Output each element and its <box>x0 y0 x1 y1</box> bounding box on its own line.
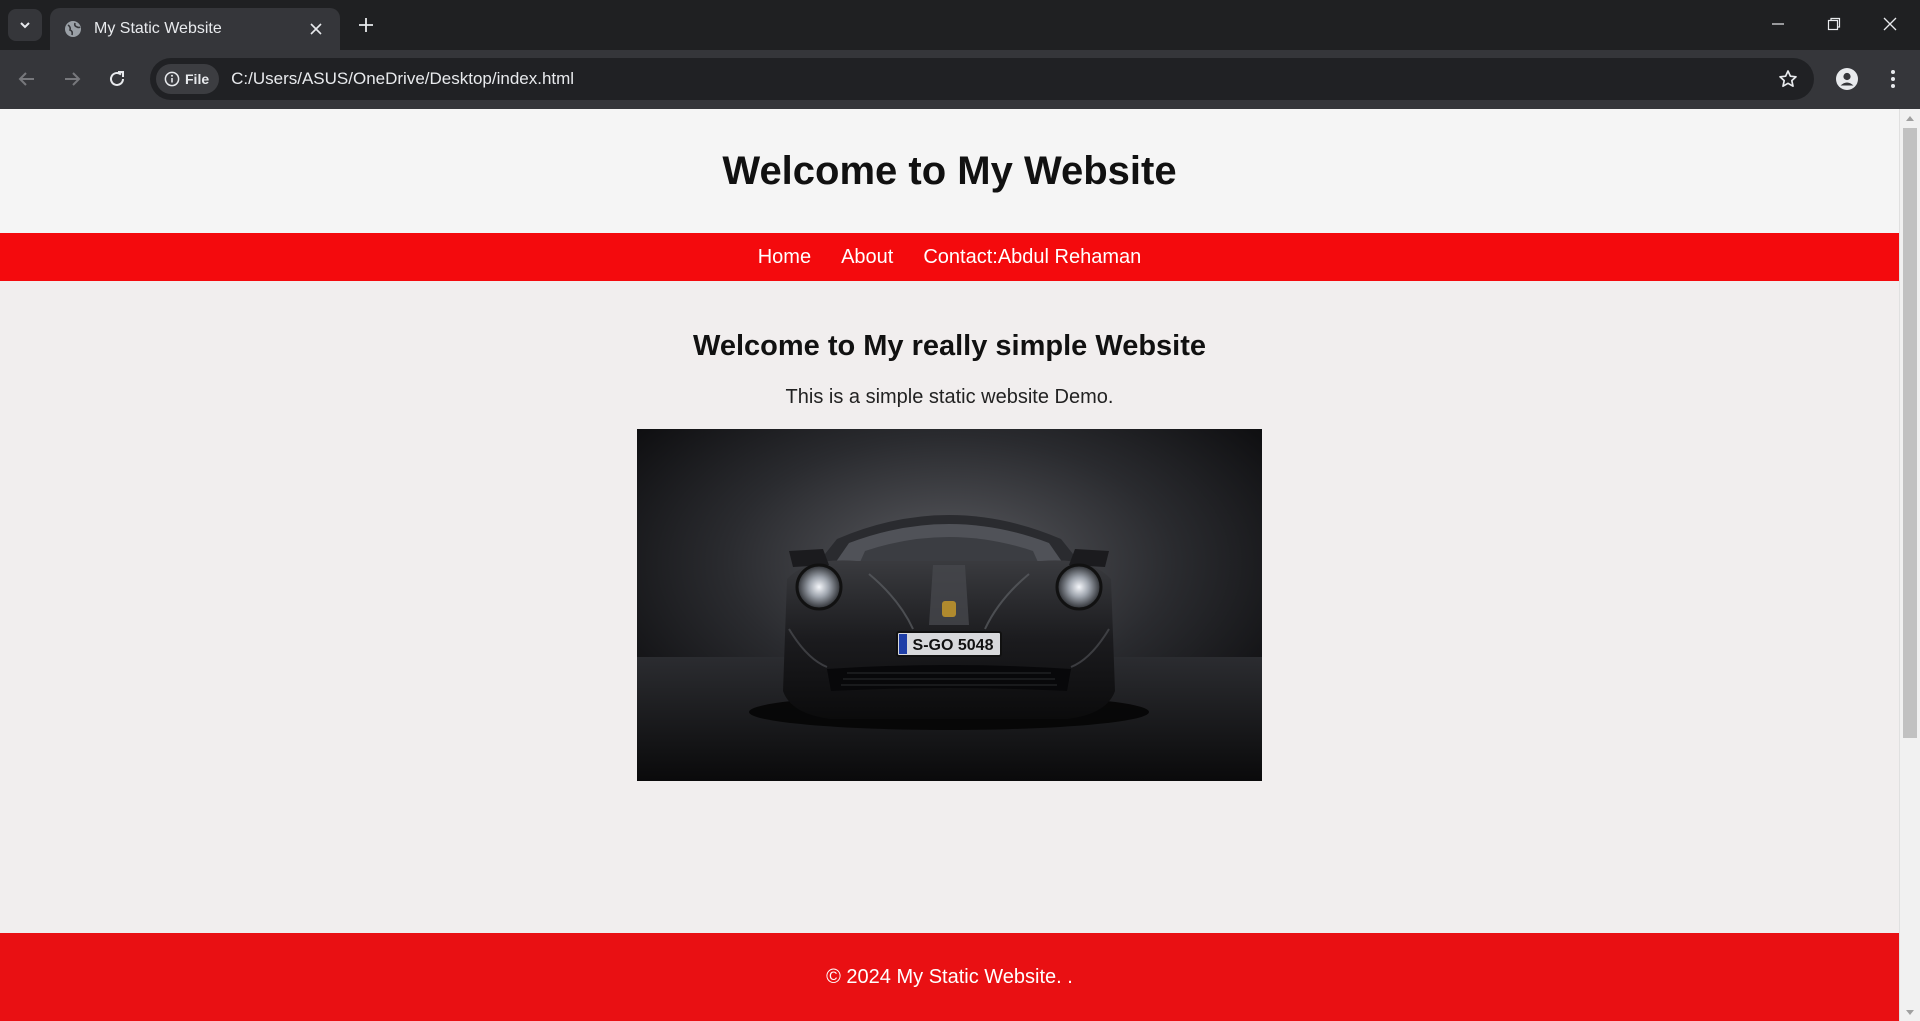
main-content: Welcome to My really simple Website This… <box>0 329 1899 781</box>
arrow-right-icon <box>65 72 81 86</box>
main-heading: Welcome to My really simple Website <box>692 330 1207 362</box>
tab-close-button[interactable] <box>306 19 326 39</box>
address-bar[interactable]: File C:/Users/ASUS/OneDrive/Desktop/inde… <box>150 58 1814 100</box>
web-page: Welcome to My Website Home About Contact… <box>0 109 1899 1021</box>
more-vert-icon <box>1891 70 1895 88</box>
tab-title: My Static Website <box>94 20 222 37</box>
profile-icon <box>1836 68 1858 90</box>
nav-link-contact[interactable]: Contact:Abdul Rehaman <box>923 246 1141 269</box>
scheme-label: File <box>185 71 210 87</box>
scroll-up-button[interactable] <box>1900 109 1920 126</box>
nav-link-home[interactable]: Home <box>758 246 811 269</box>
page-viewport: Welcome to My Website Home About Contact… <box>0 109 1920 1021</box>
footer-text: © 2024 My Static Website. . <box>826 965 1073 988</box>
url-text[interactable]: C:/Users/ASUS/OneDrive/Desktop/index.htm… <box>231 69 1768 89</box>
globe-icon <box>65 21 81 37</box>
car-image: S-GO 5048 <box>637 429 1262 781</box>
site-header: Welcome to My Website <box>0 109 1899 233</box>
browser-tab-active[interactable]: My Static Website <box>50 8 340 50</box>
nav-link-about[interactable]: About <box>841 246 893 269</box>
restore-button[interactable] <box>1806 0 1862 48</box>
browser-toolbar: File C:/Users/ASUS/OneDrive/Desktop/inde… <box>0 50 1920 109</box>
site-nav: Home About Contact:Abdul Rehaman <box>0 233 1899 281</box>
chevron-down-icon <box>20 22 30 29</box>
site-title: Welcome to My Website <box>722 148 1177 193</box>
profile-button[interactable] <box>1830 62 1864 96</box>
info-icon <box>164 71 180 87</box>
vertical-scrollbar[interactable] <box>1899 109 1920 1021</box>
menu-button[interactable] <box>1876 62 1910 96</box>
reload-button[interactable] <box>100 62 134 96</box>
minimize-button[interactable] <box>1750 0 1806 48</box>
main-paragraph: This is a simple static website Demo. <box>785 386 1114 408</box>
tab-search-button[interactable] <box>8 9 42 41</box>
site-info-chip[interactable]: File <box>156 64 220 94</box>
close-window-button[interactable] <box>1862 0 1918 48</box>
bookmark-button[interactable] <box>1768 59 1808 99</box>
browser-tabstrip: My Static Website <box>0 0 1920 50</box>
caret-up-icon <box>1906 115 1914 121</box>
site-footer: © 2024 My Static Website. . <box>0 933 1899 1021</box>
scrollbar-thumb[interactable] <box>1903 128 1917 738</box>
restore-icon <box>1827 17 1841 31</box>
close-icon <box>310 23 322 35</box>
reload-icon <box>110 71 124 86</box>
close-icon <box>1883 17 1897 31</box>
scroll-down-button[interactable] <box>1900 1004 1920 1021</box>
minimize-icon <box>1772 23 1784 25</box>
forward-button[interactable] <box>55 62 89 96</box>
arrow-left-icon <box>18 72 34 86</box>
license-plate-text: S-GO 5048 <box>913 637 994 654</box>
caret-down-icon <box>1906 1009 1914 1015</box>
star-icon <box>1779 70 1797 88</box>
new-tab-button[interactable] <box>352 11 380 39</box>
plus-icon <box>359 18 373 32</box>
back-button[interactable] <box>10 62 44 96</box>
